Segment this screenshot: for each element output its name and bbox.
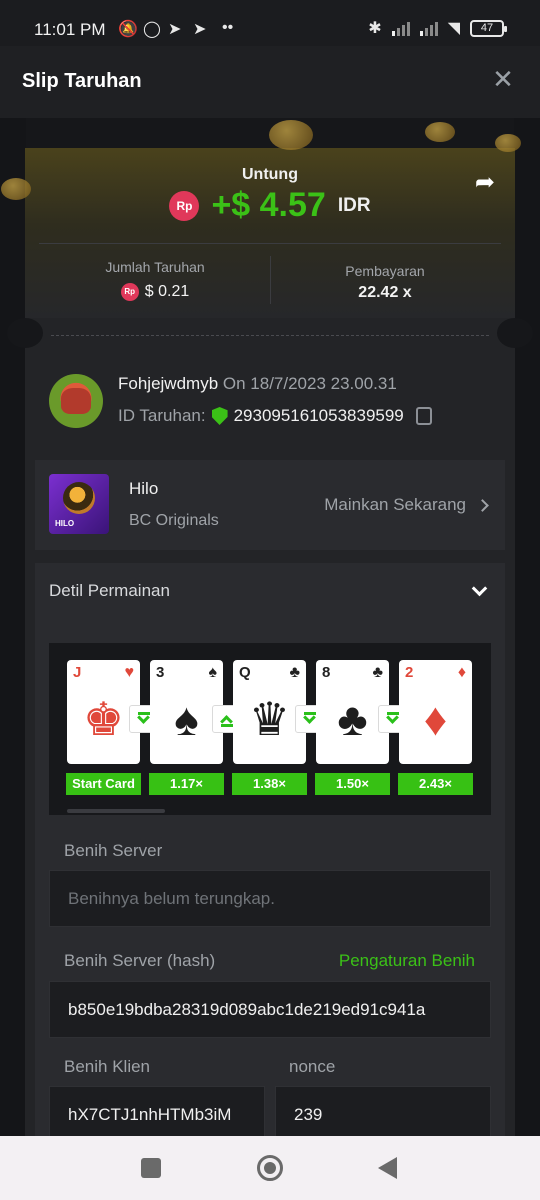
details-title[interactable]: Detil Permainan [49,581,170,601]
game-name: Hilo [129,479,159,498]
bet-id-line: ID Taruhan: 293095161053839599 [118,406,432,426]
nonce-label: nonce [289,1057,336,1076]
card-multiplier: 1.50× [315,773,390,795]
card-rank: Q [239,664,251,681]
bet-slip-content[interactable]: Untung ➦ Rp +$ 4.57 IDR Jumlah Taruhan R… [0,118,540,1136]
seed-settings-link[interactable]: Pengaturan Benih [339,951,475,971]
bluetooth-icon: ✱ [368,20,382,37]
card-suit-icon: ♦ [457,664,466,681]
play-now-link[interactable]: Mainkan Sekarang [324,495,489,515]
mute-icon: 🔕 [118,21,138,38]
card-suit-icon: ♣ [289,664,301,681]
play-now-label: Mainkan Sekarang [324,495,466,514]
right-gutter [514,118,540,1136]
bet-date: On 18/7/2023 23.00.31 [222,374,397,393]
bet-id-value: 293095161053839599 [233,406,404,425]
back-icon[interactable] [378,1157,397,1179]
shield-check-icon [211,407,228,425]
card-multiplier: Start Card [66,773,141,795]
username[interactable]: Fohjejwdmyb [118,374,218,393]
card-multiplier: 2.43× [398,773,473,795]
playing-card: 2 ♦ ♦ [399,660,472,764]
game-provider: BC Originals [129,512,219,529]
server-seed-field[interactable]: Benihnya belum terungkap. [49,870,491,927]
hilo-logo-icon [63,482,95,514]
avatar[interactable] [49,374,103,428]
signal-icon-2 [419,20,438,36]
more-notifications-icon: •• [222,19,234,36]
left-gutter [0,118,26,1136]
server-hash-label: Benih Server (hash) [64,951,216,970]
card-suit-icon: ♠ [208,664,218,681]
home-icon[interactable] [257,1155,283,1181]
card-multiplier: 1.38× [232,773,307,795]
details-layer: Fohjejwdmyb On 18/7/2023 23.00.31 ID Tar… [25,118,515,1136]
chevron-down-icon[interactable] [471,580,488,597]
recents-icon[interactable] [141,1158,161,1178]
card-suit-icon: ♥ [124,664,135,681]
copy-icon[interactable] [415,407,432,425]
whatsapp-icon: ◯ [143,21,161,38]
thumb-label: HILO [55,519,75,528]
game-thumbnail[interactable]: HILO [49,474,109,534]
chevron-right-icon [476,498,489,512]
nonce-field[interactable]: 239 [275,1086,491,1136]
card-rank: 3 [156,664,165,681]
card-rank: J [73,664,82,681]
client-seed-label: Benih Klien [64,1057,151,1076]
client-seed-field[interactable]: hX7CTJ1nhHTMb3iM [49,1086,265,1136]
server-hash-field[interactable]: b850e19bdba28319d089abc1de219ed91c941a [49,981,491,1038]
bet-user-line: Fohjejwdmyb On 18/7/2023 23.00.31 [118,374,397,394]
game-details-panel: Detil Permainan J ♥ ♚ Start Card 3 ♠ ♠ 1.17× Q ♣ ♛… [35,563,505,1136]
signal-icon-1 [391,20,410,36]
battery-icon: 47 [470,19,507,37]
close-icon[interactable]: ✕ [490,66,516,92]
card-history-strip[interactable]: J ♥ ♚ Start Card 3 ♠ ♠ 1.17× Q ♣ ♛ 1.38× 8 ♣ ♣ 1.50× 2 ♦ ♦… [49,643,491,815]
server-seed-label: Benih Server [64,841,163,860]
bet-id-label: ID Taruhan: [118,406,206,425]
game-row[interactable]: HILO Hilo BC Originals Mainkan Sekarang [35,460,505,550]
card-strip-scrollbar[interactable] [67,809,165,813]
wifi-icon: ◥ [447,20,460,37]
status-bar: 11:01 PM 🔕 ◯ ➤ ➤ •• ✱ ◥ 47 [0,0,540,46]
system-nav-bar [0,1136,540,1200]
sheet-header: Slip Taruhan ✕ [0,46,540,118]
card-rank: 2 [405,664,414,681]
status-time: 11:01 PM [34,20,106,39]
card-pip-icon: ♦ [423,693,448,745]
card-suit-icon: ♣ [372,664,384,681]
card-rank: 8 [322,664,331,681]
telegram-icon-2: ➤ [193,21,207,38]
card-multiplier: 1.17× [149,773,224,795]
page-title: Slip Taruhan [22,70,142,92]
telegram-icon: ➤ [168,21,182,38]
